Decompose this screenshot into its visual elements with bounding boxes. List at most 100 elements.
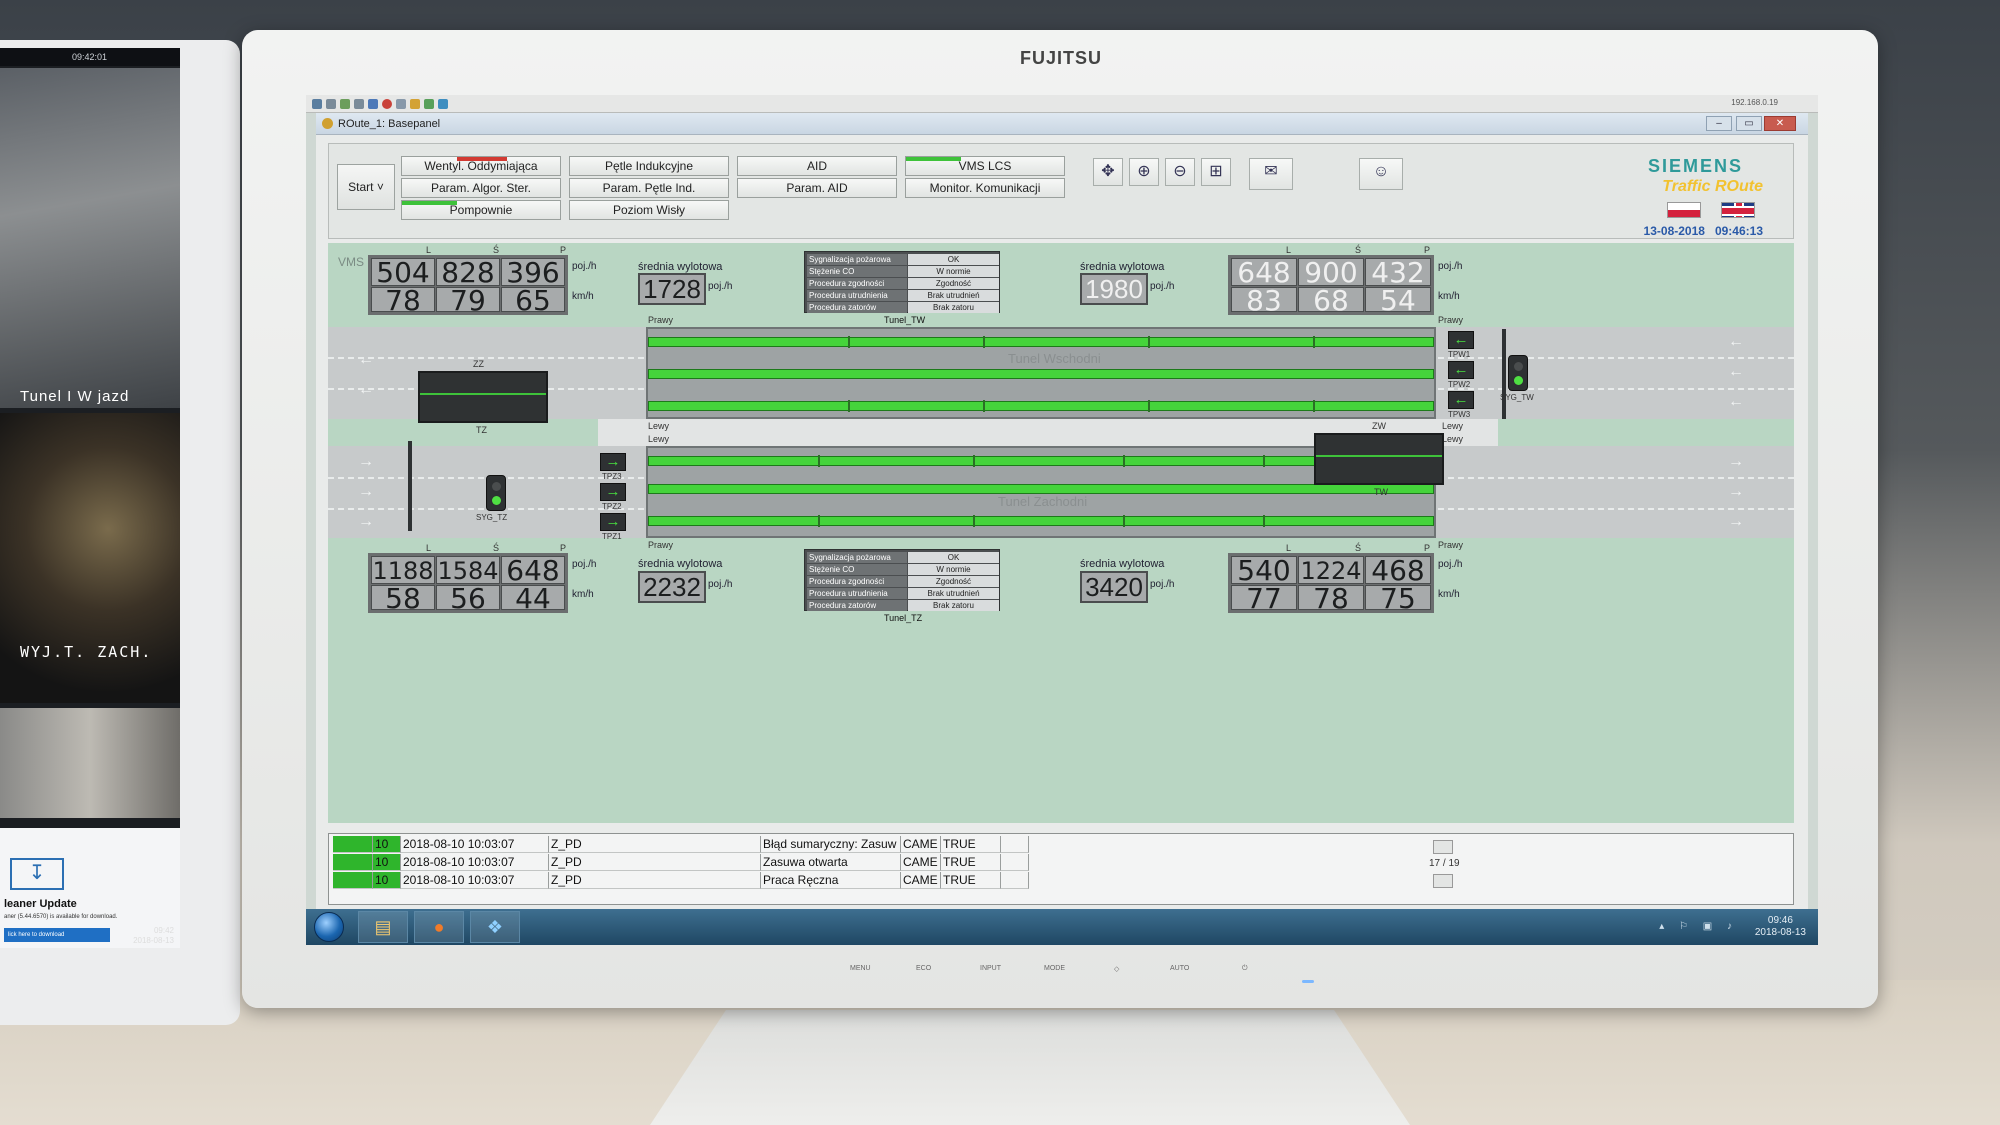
log-state: TRUE xyxy=(941,836,1001,853)
app-window-basepanel: ROute_1: Basepanel – ▭ ✕ Start ˅ Wentyl.… xyxy=(316,113,1808,913)
move-icon[interactable]: ✥ xyxy=(1093,158,1123,186)
event-log-table[interactable]: 10 2018-08-10 10:03:07 Z_PD Błąd sumaryc… xyxy=(328,833,1794,905)
vms-sign-zz[interactable] xyxy=(418,371,548,423)
arrow-right-icon: → xyxy=(358,453,374,470)
vms-sign-zw[interactable] xyxy=(1314,433,1444,485)
status-value: Brak zatoru xyxy=(908,600,999,611)
segment-separator xyxy=(848,400,850,412)
lane-status-bar xyxy=(648,369,1434,379)
tunnel-status-table-top[interactable]: Sygnalizacja pożarowa OK Stężenie CO W nor… xyxy=(804,251,1000,313)
btn-param-petle-ind[interactable]: Param. Pętle Ind. xyxy=(569,178,729,198)
zoom-fit-icon[interactable]: ⊞ xyxy=(1201,158,1231,186)
avg-label: średnia wylotowa xyxy=(638,261,723,273)
quick-icon-8[interactable] xyxy=(410,99,420,109)
taskbar-clock[interactable]: 09:46 2018-08-13 xyxy=(1755,915,1806,939)
traffic-light-syg-tw[interactable] xyxy=(1508,355,1528,391)
camera-feed-3[interactable] xyxy=(0,708,180,818)
tunnel-east-tube[interactable]: Tunel Wschodni xyxy=(646,327,1436,419)
bezel-button-input[interactable]: INPUT xyxy=(980,965,1001,972)
report-icon[interactable]: ✉ xyxy=(1249,158,1293,190)
log-page-up-button[interactable] xyxy=(1433,840,1453,854)
camera-feed-1[interactable]: Tunel I W jazd xyxy=(0,68,180,408)
log-pager: 17 / 19 xyxy=(1429,858,1460,869)
traffic-light-syg-tz[interactable] xyxy=(486,475,506,511)
bezel-button-auto[interactable]: AUTO xyxy=(1170,965,1189,972)
quick-icon-1[interactable] xyxy=(312,99,322,109)
btn-wentyl-oddymiajaca[interactable]: Wentyl. Oddymiająca xyxy=(401,156,561,176)
system-tray[interactable]: ▴ ⚐ ▣ ♪ xyxy=(1659,921,1738,932)
data-block-top-right[interactable]: 648 900 432 83 68 54 xyxy=(1228,255,1434,315)
traffic-light-label: SYG_TW xyxy=(1500,393,1534,402)
lane-signal-tpw2[interactable]: ← xyxy=(1448,361,1474,379)
data-block-bottom-right[interactable]: 540 1224 468 77 78 75 xyxy=(1228,553,1434,613)
table-row[interactable]: 10 2018-08-10 10:03:07 Z_PD Błąd sumaryc… xyxy=(329,836,1409,853)
quick-icon-3[interactable] xyxy=(340,99,350,109)
bezel-button-diamond[interactable]: ◇ xyxy=(1114,965,1119,973)
data-block-bottom-left[interactable]: 1188 1584 648 58 56 44 xyxy=(368,553,568,613)
network-app-icon[interactable]: ❖ xyxy=(470,911,520,943)
avg-value-bottom-right[interactable]: 3420 xyxy=(1080,571,1148,603)
download-link[interactable]: lick here to download xyxy=(4,928,110,942)
start-menu-button[interactable]: Start ˅ xyxy=(337,164,395,210)
btn-label: Param. AID xyxy=(786,181,848,195)
lane-signal-tpw1[interactable]: ← xyxy=(1448,331,1474,349)
btn-petle-indukcyjne[interactable]: Pętle Indukcyjne xyxy=(569,156,729,176)
quick-icon-5[interactable] xyxy=(368,99,378,109)
lane-signal-tpz2[interactable]: → xyxy=(600,483,626,501)
avg-value-top-right[interactable]: 1980 xyxy=(1080,273,1148,305)
btn-monitor-komunikacji[interactable]: Monitor. Komunikacji xyxy=(905,178,1065,198)
tunnel-id-bottom: Tunel_TZ xyxy=(884,613,923,623)
user-key-icon[interactable]: ☺ xyxy=(1359,158,1403,190)
btn-aid[interactable]: AID xyxy=(737,156,897,176)
quick-icon-7[interactable] xyxy=(396,99,406,109)
close-button[interactable]: ✕ xyxy=(1764,116,1796,131)
btn-pompownie[interactable]: Pompownie xyxy=(401,200,561,220)
tunnel-status-table-bottom[interactable]: Sygnalizacja pożarowa OK Stężenie CO W nor… xyxy=(804,549,1000,611)
btn-vms-lcs[interactable]: VMS LCS xyxy=(905,156,1065,176)
table-row[interactable]: 10 2018-08-10 10:03:07 Z_PD Praca Ręczna… xyxy=(329,872,1409,889)
zoom-in-icon[interactable]: ⊕ xyxy=(1129,158,1159,186)
quick-icon-2[interactable] xyxy=(326,99,336,109)
segment-separator xyxy=(973,455,975,467)
lane-signal-tpz1[interactable]: → xyxy=(600,513,626,531)
zoom-out-icon[interactable]: ⊖ xyxy=(1165,158,1195,186)
bezel-button-eco[interactable]: ECO xyxy=(916,965,931,972)
status-row: Procedura zatorów Brak zatoru xyxy=(807,600,999,611)
table-row[interactable]: 10 2018-08-10 10:03:07 Z_PD Zasuwa otwar… xyxy=(329,854,1409,871)
explorer-icon[interactable]: ▤ xyxy=(358,911,408,943)
status-value: OK xyxy=(908,552,999,563)
quick-icon-4[interactable] xyxy=(354,99,364,109)
data-block-top-left[interactable]: 504 828 396 78 79 65 xyxy=(368,255,568,315)
btn-poziom-wisly[interactable]: Poziom Wisły xyxy=(569,200,729,220)
language-pl-flag[interactable] xyxy=(1667,202,1701,218)
flow-value: 828 xyxy=(436,258,500,287)
bezel-button-menu[interactable]: MENU xyxy=(850,965,871,972)
flow-value: 468 xyxy=(1365,556,1431,585)
quick-icon-9[interactable] xyxy=(424,99,434,109)
minimize-button[interactable]: – xyxy=(1706,116,1732,131)
windows-start-button[interactable] xyxy=(314,912,344,942)
lane-signal-tpw3[interactable]: ← xyxy=(1448,391,1474,409)
arrow-left-icon: ← xyxy=(358,381,374,398)
camera-feed-2[interactable]: WYJ.T. ZACH. xyxy=(0,413,180,703)
notification-text: aner (5.44.6570) is available for downlo… xyxy=(4,914,118,920)
quick-icon-6[interactable] xyxy=(382,99,392,109)
btn-param-aid[interactable]: Param. AID xyxy=(737,178,897,198)
language-en-flag[interactable] xyxy=(1721,202,1755,218)
tunnel-west-name: Tunel Zachodni xyxy=(998,494,1088,509)
log-page-down-button[interactable] xyxy=(1433,874,1453,888)
avg-value-bottom-left[interactable]: 2232 xyxy=(638,571,706,603)
speed-value: 54 xyxy=(1365,287,1431,315)
bezel-button-power[interactable]: ⏻ xyxy=(1242,965,1248,973)
bezel-button-mode[interactable]: MODE xyxy=(1044,965,1065,972)
unit-flow: poj./h xyxy=(1438,559,1463,570)
btn-param-algor-ster[interactable]: Param. Algor. Ster. xyxy=(401,178,561,198)
firefox-icon[interactable]: ● xyxy=(414,911,464,943)
flow-value: 432 xyxy=(1365,258,1431,287)
left-screen-topbar: 09:42:01 xyxy=(0,48,180,66)
quick-icon-10[interactable] xyxy=(438,99,448,109)
sign-pole xyxy=(408,441,412,531)
maximize-button[interactable]: ▭ xyxy=(1736,116,1762,131)
avg-value-top-left[interactable]: 1728 xyxy=(638,273,706,305)
lane-signal-tpz3[interactable]: → xyxy=(600,453,626,471)
